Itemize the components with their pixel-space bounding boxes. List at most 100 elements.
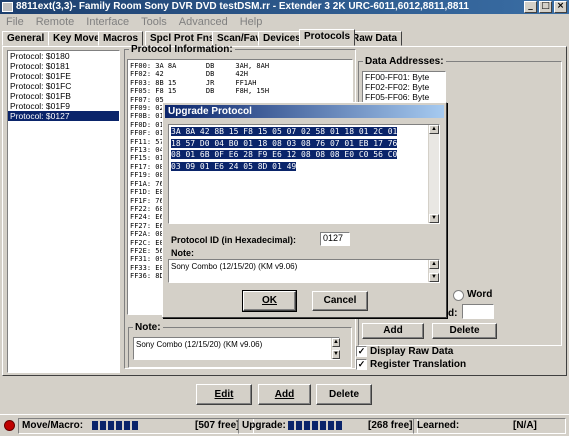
hex-line: 18 57 D0 04 B0 01 18 08 03 08 76 07 01 E…: [171, 138, 398, 148]
word-radio[interactable]: [453, 290, 464, 301]
note-legend: Note:: [135, 322, 161, 333]
dialog-note-scrollbar[interactable]: ▲ ▼: [428, 260, 439, 282]
tab-protocols[interactable]: Protocols: [299, 29, 356, 46]
upgrade-free: [268 free]: [368, 420, 413, 431]
disassembly-line: FF02: 42 DB 42H: [130, 70, 249, 79]
menu-interface[interactable]: Interface: [80, 14, 135, 30]
disassembly-line: FF05: F8 15 DB F8H, 15H: [130, 87, 270, 96]
dialog-note-text: Sony Combo (12/15/20) (KM v9.06): [171, 262, 298, 271]
meter-block: [288, 421, 294, 430]
display-raw-checkbox[interactable]: ✓: [356, 346, 367, 357]
move-label: Move/Macro:: [22, 420, 84, 431]
add-label: Add: [274, 389, 295, 400]
hex-line: 3A 8A 42 8B 15 F8 15 05 07 02 58 01 18 0…: [171, 127, 398, 136]
word-label: Word: [467, 289, 493, 300]
menu-tools[interactable]: Tools: [135, 14, 173, 30]
meter-block: [336, 421, 342, 430]
tab-general[interactable]: General: [2, 31, 50, 46]
register-translation-checkbox[interactable]: ✓: [356, 359, 367, 370]
menu-advanced[interactable]: Advanced: [173, 14, 234, 30]
meter-block: [320, 421, 326, 430]
note-scrollbar[interactable]: ▲ ▼: [331, 338, 340, 359]
hex-scrollbar[interactable]: ▲ ▼: [428, 125, 439, 223]
add-button[interactable]: Add: [258, 384, 311, 405]
note-field[interactable]: Sony Combo (12/15/20) (KM v9.06): [133, 337, 340, 360]
meter-block: [296, 421, 302, 430]
dialog-note-field[interactable]: Sony Combo (12/15/20) (KM v9.06): [168, 259, 440, 283]
protocol-list-item[interactable]: Protocol: $01FB: [8, 91, 119, 101]
d-label: d:: [448, 308, 458, 319]
record-icon: [4, 420, 15, 431]
menu-bar: File Remote Interface Tools Advanced Help: [0, 14, 569, 30]
scroll-up-icon[interactable]: ▲: [332, 338, 340, 347]
delete-button[interactable]: Delete: [316, 384, 372, 405]
dialog-title-bar: Upgrade Protocol: [165, 105, 444, 118]
protocol-list-item[interactable]: Protocol: $01FC: [8, 81, 119, 91]
move-meter: [92, 421, 162, 431]
menu-remote[interactable]: Remote: [30, 14, 81, 30]
dialog-note-label: Note:: [171, 248, 194, 258]
data-address-item[interactable]: FF05-FF06: Byte: [363, 92, 445, 102]
scroll-down-icon[interactable]: ▼: [429, 273, 439, 282]
meter-block: [304, 421, 310, 430]
meter-block: [108, 421, 114, 430]
protocol-list-item[interactable]: Protocol: $0181: [8, 61, 119, 71]
status-bar: Move/Macro: [507 free] Upgrade: [268 fre…: [0, 414, 569, 436]
disassembly-line: FF00: 3A 8A DB 3AH, 8AH: [130, 62, 270, 70]
d-input[interactable]: [462, 304, 494, 319]
upgrade-protocol-dialog: Upgrade Protocol 3A 8A 42 8B 15 F8 15 05…: [162, 102, 447, 318]
data-address-item[interactable]: FF02-FF02: Byte: [363, 82, 445, 92]
scroll-down-icon[interactable]: ▼: [332, 350, 340, 359]
protocol-list-item[interactable]: Protocol: $0127: [8, 111, 119, 121]
scroll-down-icon[interactable]: ▼: [429, 214, 439, 223]
protocol-list-item[interactable]: Protocol: $01FE: [8, 71, 119, 81]
meter-block: [100, 421, 106, 430]
dialog-title: Upgrade Protocol: [168, 106, 252, 117]
meter-block: [124, 421, 130, 430]
learned-value: [N/A]: [513, 420, 537, 431]
data-address-list[interactable]: FF00-FF01: Byte FF02-FF02: Byte FF05-FF06:…: [362, 71, 446, 104]
disassembly-line: FF03: 8B 15 JR FF1AH: [130, 78, 257, 87]
window-title: 8811ext(3,3)- Family Room Sony DVR DVD t…: [16, 1, 469, 12]
ok-label: OK: [262, 295, 277, 306]
menu-help[interactable]: Help: [234, 14, 269, 30]
edit-label: Edit: [214, 389, 234, 400]
upgrade-meter: [288, 421, 358, 431]
learned-segment: Learned:: [413, 418, 566, 434]
menu-file[interactable]: File: [0, 14, 30, 30]
protocol-id-input[interactable]: 0127: [320, 232, 350, 246]
meter-block: [92, 421, 98, 430]
title-bar: 8811ext(3,3)- Family Room Sony DVR DVD t…: [0, 0, 569, 14]
protocol-list-item[interactable]: Protocol: $01F9: [8, 101, 119, 111]
data-address-item[interactable]: FF00-FF01: Byte: [363, 72, 445, 82]
maximize-button[interactable]: □: [539, 1, 552, 13]
upgrade-label: Upgrade:: [242, 420, 286, 431]
data-addresses-legend: Data Addresses:: [365, 56, 444, 67]
add-address-button[interactable]: Add: [362, 323, 424, 339]
register-translation-label: Register Translation: [370, 359, 467, 370]
display-raw-label: Display Raw Data: [370, 346, 454, 357]
scroll-up-icon[interactable]: ▲: [429, 260, 439, 269]
minimize-button[interactable]: _: [524, 1, 537, 13]
protocol-info-legend: Protocol Information:: [131, 44, 233, 55]
hex-line: 03 09 01 E6 24 05 8D 01 49: [171, 161, 297, 171]
meter-block: [132, 421, 138, 430]
protocol-list[interactable]: Protocol: $0180 Protocol: $0181 Protocol: …: [7, 50, 120, 373]
protocol-id-label: Protocol ID (in Hexadecimal):: [171, 235, 297, 245]
meter-block: [328, 421, 334, 430]
delete-address-button[interactable]: Delete: [432, 323, 497, 339]
note-text: Sony Combo (12/15/20) (KM v9.06): [136, 340, 263, 349]
close-button[interactable]: ×: [554, 1, 567, 13]
meter-block: [312, 421, 318, 430]
learned-label: Learned:: [417, 420, 460, 431]
meter-block: [116, 421, 122, 430]
hex-code-area[interactable]: 3A 8A 42 8B 15 F8 15 05 07 02 58 01 18 0…: [168, 124, 440, 224]
hex-line: 08 01 6B 0F E6 28 F9 E6 12 08 08 08 E0 C…: [171, 150, 398, 159]
ok-button[interactable]: OK: [242, 290, 297, 312]
edit-button[interactable]: Edit: [196, 384, 252, 405]
scroll-up-icon[interactable]: ▲: [429, 125, 439, 134]
protocol-list-item[interactable]: Protocol: $0180: [8, 51, 119, 61]
cancel-button[interactable]: Cancel: [312, 291, 368, 311]
move-free: [507 free]: [195, 420, 240, 431]
app-icon: [2, 2, 13, 12]
